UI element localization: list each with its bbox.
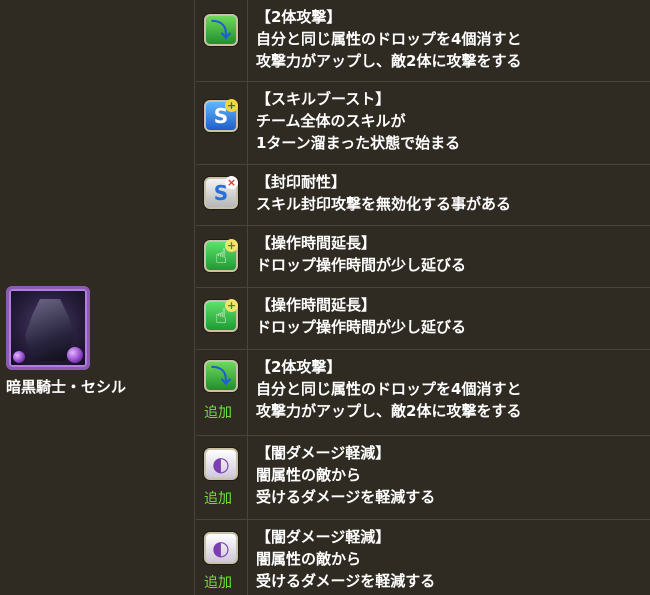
awakening-desc-line: 受けるダメージを軽減する [256, 488, 436, 506]
monster-card[interactable]: 暗黒騎士・セシル [6, 286, 191, 397]
awakening-desc-line: ドロップ操作時間が少し延びる [256, 256, 467, 274]
awakening-title: 【闇ダメージ軽減】 [256, 528, 391, 546]
awakening-text: 【2体攻撃】 自分と同じ属性のドロップを4個消すと 攻撃力がアップし、敵2体に攻… [256, 356, 646, 422]
awakening-title: 【2体攻撃】 [256, 358, 342, 376]
awakening-icon-cell: ☝ + [196, 226, 248, 287]
awakening-desc-line: 自分と同じ属性のドロップを4個消すと [256, 30, 522, 48]
plus-badge-icon: + [225, 99, 238, 112]
awakening-row: ☝ + 【操作時間延長】 ドロップ操作時間が少し延びる [196, 226, 650, 288]
plus-badge-icon: + [225, 239, 238, 252]
added-label: 追加 [204, 405, 232, 421]
monster-portrait[interactable] [6, 286, 90, 370]
monster-name: 暗黒騎士・セシル [6, 378, 127, 396]
awakening-text: 【操作時間延長】 ドロップ操作時間が少し延びる [256, 294, 646, 338]
awakening-text: 【スキルブースト】 チーム全体のスキルが 1ターン溜まった状態で始まる [256, 88, 646, 154]
awakening-title: 【操作時間延長】 [256, 234, 377, 252]
added-label: 追加 [204, 491, 232, 507]
awakening-desc-line: スキル封印攻撃を無効化する事がある [256, 195, 512, 213]
awakening-list: ⤵ 【2体攻撃】 自分と同じ属性のドロップを4個消すと 攻撃力がアップし、敵2体… [196, 0, 650, 595]
awakening-icon-cell: ⤵ 追加 [196, 350, 248, 435]
dark-orb-icon [67, 347, 83, 363]
awakening-desc-line: ドロップ操作時間が少し延びる [256, 318, 467, 336]
awakening-text: 【操作時間延長】 ドロップ操作時間が少し延びる [256, 232, 646, 276]
awakening-desc-line: 闇属性の敵から [256, 466, 362, 484]
awakening-title: 【封印耐性】 [256, 173, 347, 191]
awakening-row: ⤵ 追加 【2体攻撃】 自分と同じ属性のドロップを4個消すと 攻撃力がアップし、… [196, 350, 650, 436]
awakening-title: 【闇ダメージ軽減】 [256, 444, 391, 462]
awakening-desc-line: 攻撃力がアップし、敵2体に攻撃をする [256, 52, 522, 70]
awakening-row: ☝ + 【操作時間延長】 ドロップ操作時間が少し延びる [196, 288, 650, 350]
time-extend-icon[interactable]: ☝ + [204, 239, 238, 272]
awakening-title: 【2体攻撃】 [256, 8, 342, 26]
awakening-row: ◐ 追加 【闇ダメージ軽減】 闇属性の敵から 受けるダメージを軽減する [196, 436, 650, 520]
awakening-icon-cell: ◐ 追加 [196, 436, 248, 519]
awakening-text: 【闇ダメージ軽減】 闇属性の敵から 受けるダメージを軽減する [256, 442, 646, 508]
added-label: 追加 [204, 575, 232, 591]
awakening-icon-cell: ⤵ [196, 0, 248, 81]
two-pronged-attack-icon[interactable]: ⤵ [204, 14, 238, 46]
skill-bind-resist-icon[interactable]: S × [204, 176, 238, 209]
awakening-row: ⤵ 【2体攻撃】 自分と同じ属性のドロップを4個消すと 攻撃力がアップし、敵2体… [196, 0, 650, 82]
awakening-title: 【操作時間延長】 [256, 296, 377, 314]
awakening-desc-line: チーム全体のスキルが [256, 112, 406, 130]
awakening-desc-line: 攻撃力がアップし、敵2体に攻撃をする [256, 402, 522, 420]
monster-column: 暗黒騎士・セシル [0, 0, 195, 595]
awakening-text: 【闇ダメージ軽減】 闇属性の敵から 受けるダメージを軽減する [256, 526, 646, 592]
awakening-icon-cell: S × [196, 165, 248, 225]
dark-orb-icon [13, 351, 25, 363]
dark-damage-reduction-icon[interactable]: ◐ [204, 448, 238, 480]
awakening-desc-line: 受けるダメージを軽減する [256, 572, 436, 590]
awakening-row: S + 【スキルブースト】 チーム全体のスキルが 1ターン溜まった状態で始まる [196, 82, 650, 165]
awakening-text: 【2体攻撃】 自分と同じ属性のドロップを4個消すと 攻撃力がアップし、敵2体に攻… [256, 6, 646, 72]
awakening-row: ◐ 追加 【闇ダメージ軽減】 闇属性の敵から 受けるダメージを軽減する [196, 520, 650, 595]
awakening-text: 【封印耐性】 スキル封印攻撃を無効化する事がある [256, 171, 646, 215]
awakening-title: 【スキルブースト】 [256, 90, 391, 108]
dark-damage-reduction-icon[interactable]: ◐ [204, 532, 238, 564]
awakening-icon-cell: ◐ 追加 [196, 520, 248, 595]
x-badge-icon: × [225, 176, 238, 189]
awakening-row: S × 【封印耐性】 スキル封印攻撃を無効化する事がある [196, 165, 650, 226]
awakening-desc-line: 闇属性の敵から [256, 550, 362, 568]
plus-badge-icon: + [225, 299, 238, 312]
skill-boost-icon[interactable]: S + [204, 99, 238, 132]
awakening-desc-line: 1ターン溜まった状態で始まる [256, 134, 461, 152]
two-pronged-attack-icon[interactable]: ⤵ [204, 360, 238, 392]
awakening-icon-cell: S + [196, 82, 248, 164]
awakening-desc-line: 自分と同じ属性のドロップを4個消すと [256, 380, 522, 398]
awakening-icon-cell: ☝ + [196, 288, 248, 349]
time-extend-icon[interactable]: ☝ + [204, 299, 238, 332]
